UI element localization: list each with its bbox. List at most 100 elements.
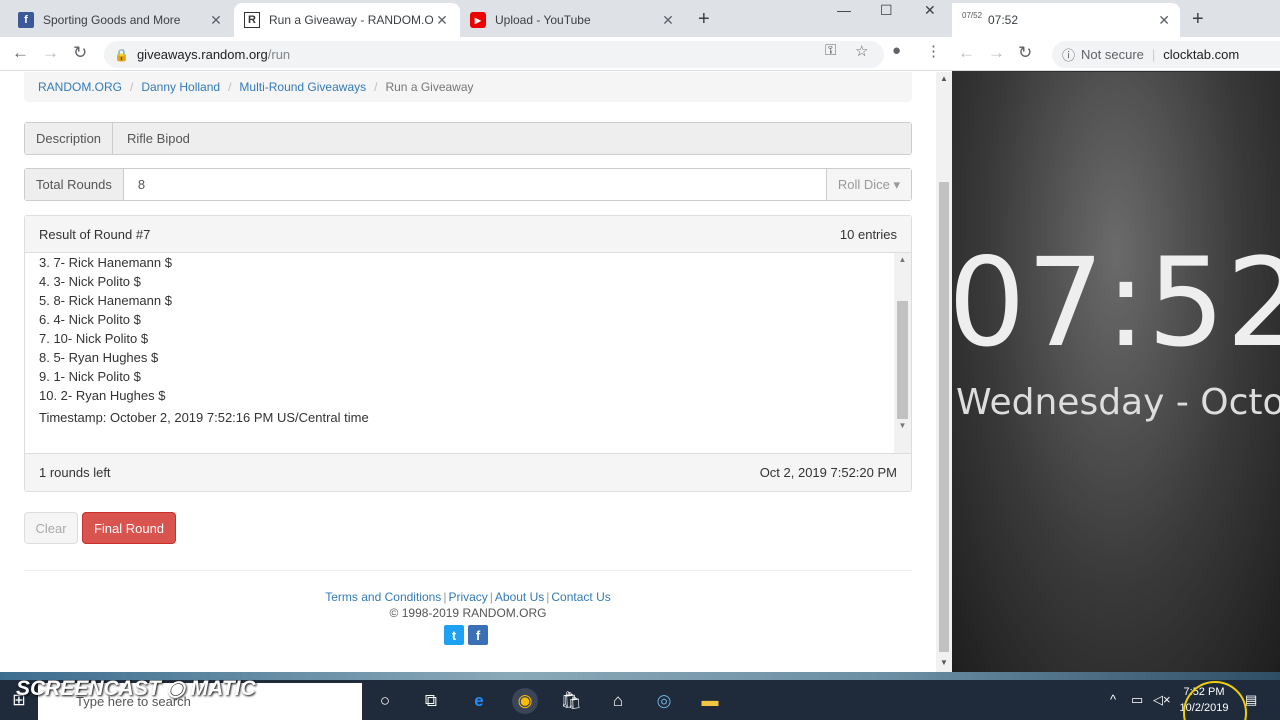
tab-strip: 07/52 07:52 ✕ + — [952, 0, 1280, 37]
scroll-up-icon[interactable]: ▲ — [936, 74, 952, 83]
close-tab-icon[interactable]: ✕ — [1158, 12, 1170, 29]
scroll-down-icon[interactable]: ▼ — [894, 421, 911, 430]
watermark-small-text: Recorded with — [16, 662, 87, 674]
description-group: Description Rifle Bipod — [24, 122, 912, 155]
reload-icon[interactable]: ↻ — [73, 43, 87, 63]
breadcrumb-current: Run a Giveaway — [385, 80, 474, 94]
privacy-link[interactable]: Privacy — [448, 590, 487, 604]
address-host: clocktab.com — [1163, 47, 1240, 62]
breadcrumb-multi-round[interactable]: Multi-Round Giveaways — [239, 80, 366, 94]
copyright: © 1998-2019 RANDOM.ORG — [389, 606, 547, 620]
address-host: giveaways.random.org — [136, 47, 268, 62]
facebook-icon[interactable]: f — [468, 625, 488, 645]
maximize-icon[interactable]: ☐ — [880, 2, 893, 19]
about-link[interactable]: About Us — [495, 590, 544, 604]
tab-title: 07:52 — [988, 13, 1019, 27]
separator: | — [1151, 47, 1156, 62]
file-explorer-icon[interactable]: ▬ — [697, 688, 723, 714]
tab-title: Run a Giveaway - RANDOM.ORG — [269, 13, 434, 27]
close-window-icon[interactable]: ✕ — [924, 2, 936, 19]
forward-icon[interactable]: → — [988, 43, 1005, 63]
address-bar[interactable]: 🔒 giveaways.random.org/run — [104, 41, 884, 68]
forward-icon[interactable]: → — [42, 43, 59, 63]
result-textarea[interactable]: 3. 7- Rick Hanemann $ 4. 3- Nick Polito … — [25, 253, 911, 453]
tray-chevron-icon[interactable]: ^ — [1110, 692, 1116, 707]
total-rounds-label: Total Rounds — [25, 169, 124, 200]
terms-link[interactable]: Terms and Conditions — [325, 590, 441, 604]
scroll-down-icon[interactable]: ▼ — [936, 658, 952, 667]
scrollbar-thumb[interactable] — [897, 301, 908, 419]
tab-youtube-upload[interactable]: ▶ Upload - YouTube ✕ — [460, 3, 686, 37]
new-tab-icon[interactable]: + — [698, 8, 710, 31]
result-row: 3. 7- Rick Hanemann $ — [39, 255, 172, 270]
result-panel: Result of Round #7 10 entries 3. 7- Rick… — [24, 215, 912, 492]
clock-favicon-icon: 07/52 — [962, 11, 983, 20]
volume-mute-icon[interactable]: ◁× — [1153, 692, 1171, 708]
result-heading: Result of Round #7 — [39, 226, 151, 242]
store-icon[interactable]: 🛍 — [558, 688, 584, 714]
result-row: 5. 8- Rick Hanemann $ — [39, 293, 172, 308]
back-icon[interactable]: ← — [958, 43, 975, 63]
result-timestamp: Timestamp: October 2, 2019 7:52:16 PM US… — [39, 410, 369, 425]
result-list: 3. 7- Rick Hanemann $ 4. 3- Nick Polito … — [39, 253, 172, 405]
page-content: RANDOM.ORG / Danny Holland / Multi-Round… — [0, 72, 936, 672]
scroll-up-icon[interactable]: ▲ — [894, 255, 911, 264]
breadcrumb-random-org[interactable]: RANDOM.ORG — [38, 80, 122, 94]
minimize-icon[interactable]: — — [837, 2, 851, 18]
result-row: 4. 3- Nick Polito $ — [39, 274, 141, 289]
edge-icon[interactable]: e — [466, 688, 492, 714]
breadcrumb-separator: / — [374, 80, 378, 94]
new-tab-icon[interactable]: + — [1192, 8, 1204, 31]
tab-strip: f Sporting Goods and More ✕ R Run a Give… — [0, 0, 952, 37]
total-rounds-field[interactable]: 8 — [124, 169, 826, 200]
breadcrumb-danny-holland[interactable]: Danny Holland — [141, 80, 220, 94]
rounds-left: 1 rounds left — [39, 465, 111, 480]
clear-button[interactable]: Clear — [24, 512, 78, 544]
result-row: 10. 2- Ryan Hughes $ — [39, 388, 166, 403]
screencast-icon[interactable]: ◎ — [651, 688, 677, 714]
breadcrumb-separator: / — [228, 80, 232, 94]
key-icon[interactable]: ⚿ — [825, 42, 836, 59]
tab-sporting-goods[interactable]: f Sporting Goods and More ✕ — [8, 3, 234, 37]
result-row: 7. 10- Nick Polito $ — [39, 331, 149, 346]
tab-title: Upload - YouTube — [495, 13, 591, 27]
bookmark-star-icon[interactable]: ☆ — [855, 42, 868, 60]
menu-icon[interactable]: ⋮ — [926, 42, 941, 60]
facebook-icon: f — [18, 12, 34, 28]
final-round-button[interactable]: Final Round — [82, 512, 176, 544]
close-tab-icon[interactable]: ✕ — [434, 12, 450, 29]
clock-display: 07:52 Wednesday - Octo — [952, 72, 1280, 672]
notifications-icon[interactable]: ▤ — [1245, 692, 1257, 708]
home-icon[interactable]: ⌂ — [605, 688, 631, 714]
page-footer: Terms and Conditions | Privacy | About Us | Co… — [24, 589, 912, 621]
result-header: Result of Round #7 10 entries — [25, 216, 911, 253]
twitter-icon[interactable]: t — [444, 625, 464, 645]
not-secure-label: Not secure — [1081, 47, 1144, 62]
back-icon[interactable]: ← — [12, 43, 29, 63]
close-tab-icon[interactable]: ✕ — [660, 12, 676, 29]
scrollbar-thumb[interactable] — [939, 182, 949, 652]
result-scrollbar[interactable]: ▲ ▼ — [894, 253, 911, 453]
pipe: | — [489, 590, 493, 604]
clock-date: Wednesday - Octo — [956, 382, 1280, 423]
clock-time: 07:52 — [952, 232, 1280, 374]
tab-clocktab[interactable]: 07/52 07:52 ✕ — [952, 3, 1180, 37]
tab-run-giveaway[interactable]: R Run a Giveaway - RANDOM.ORG ✕ — [234, 3, 460, 37]
pipe: | — [546, 590, 550, 604]
reload-icon[interactable]: ↻ — [1018, 43, 1032, 63]
breadcrumb-separator: / — [130, 80, 134, 94]
contact-link[interactable]: Contact Us — [551, 590, 610, 604]
tab-title: Sporting Goods and More — [43, 13, 181, 27]
result-row: 8. 5- Ryan Hughes $ — [39, 350, 159, 365]
page-scrollbar[interactable]: ▲ ▼ — [936, 72, 952, 672]
task-view-icon[interactable]: ⧉ — [418, 688, 444, 714]
cortana-icon[interactable]: ○ — [372, 688, 398, 714]
address-bar[interactable]: ⓘ Not secure | clocktab.com — [1052, 41, 1280, 68]
chrome-icon[interactable]: ◉ — [512, 688, 538, 714]
battery-icon[interactable]: ▭ — [1131, 692, 1143, 708]
divider — [24, 570, 912, 571]
profile-icon[interactable]: ● — [892, 42, 901, 59]
close-tab-icon[interactable]: ✕ — [208, 12, 224, 29]
roll-dice-button[interactable]: Roll Dice ▾ — [825, 169, 911, 200]
browser-toolbar: ← → ↻ 🔒 giveaways.random.org/run ⚿ ☆ ● ⋮ — [0, 37, 952, 71]
